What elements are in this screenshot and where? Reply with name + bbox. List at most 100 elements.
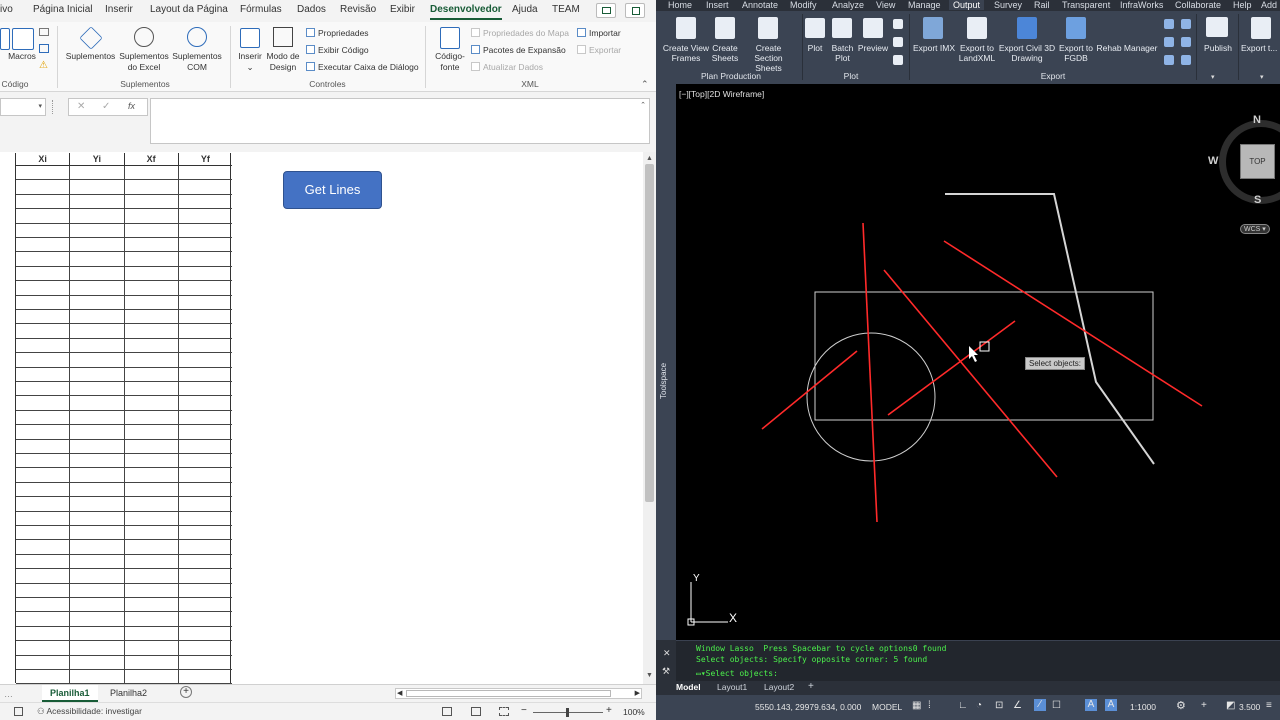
- table-cell[interactable]: [16, 425, 71, 439]
- table-cell[interactable]: [70, 612, 125, 626]
- table-cell[interactable]: [16, 655, 71, 669]
- table-cell[interactable]: [179, 396, 232, 409]
- table-row[interactable]: [16, 310, 232, 325]
- accessibility-status[interactable]: ⚇ Acessibilidade: investigar: [37, 706, 142, 717]
- table-cell[interactable]: [179, 425, 232, 438]
- command-line-panel[interactable]: Window Lasso Press Spacebar to cycle opt…: [676, 640, 1280, 681]
- export-civil3d-button[interactable]: Export Civil 3D Drawing: [996, 43, 1058, 63]
- table-cell[interactable]: [16, 382, 71, 396]
- suplementos-com-button[interactable]: Suplementos COM: [168, 51, 226, 73]
- table-cell[interactable]: [179, 166, 232, 179]
- tab-inserir[interactable]: Inserir: [105, 4, 133, 15]
- table-cell[interactable]: [70, 641, 125, 655]
- atualizar-button[interactable]: Atualizar Dados: [471, 62, 543, 72]
- table-cell[interactable]: [125, 612, 179, 626]
- tab-infraworks[interactable]: InfraWorks: [1120, 0, 1163, 10]
- zoom-slider-thumb[interactable]: [566, 708, 569, 717]
- tab-dados[interactable]: Dados: [297, 4, 326, 15]
- exibir-codigo-button[interactable]: Exibir Código: [306, 45, 369, 55]
- selected-line[interactable]: [862, 222, 878, 523]
- table-row[interactable]: [16, 425, 232, 440]
- table-cell[interactable]: [16, 281, 71, 295]
- scroll-left-icon[interactable]: ◀: [397, 689, 402, 697]
- table-cell[interactable]: [125, 367, 179, 381]
- tab-ajuda[interactable]: Ajuda: [512, 4, 538, 15]
- viewcube-top-face[interactable]: TOP: [1240, 144, 1275, 179]
- table-cell[interactable]: [70, 511, 125, 525]
- table-cell[interactable]: [179, 353, 232, 366]
- table-cell[interactable]: [179, 512, 232, 525]
- table-row[interactable]: [16, 410, 232, 426]
- annotation-monitor-icon[interactable]: ◩: [1226, 700, 1235, 711]
- snap-icon[interactable]: ⁞: [928, 700, 931, 711]
- tab-revisao[interactable]: Revisão: [340, 4, 376, 15]
- source-icon[interactable]: [440, 27, 460, 49]
- macro-record-icon[interactable]: [14, 707, 23, 716]
- export-small-icon[interactable]: [1181, 37, 1191, 47]
- table-cell[interactable]: [125, 410, 179, 425]
- inserir-button[interactable]: Inserir ⌄: [236, 51, 264, 73]
- ortho-icon[interactable]: ∟: [958, 700, 968, 711]
- table-cell[interactable]: [70, 180, 125, 194]
- export-to-button[interactable]: Export t...: [1241, 43, 1280, 53]
- add-layout-icon[interactable]: +: [808, 681, 814, 692]
- importar-button[interactable]: Importar: [577, 28, 621, 38]
- table-cell[interactable]: [70, 626, 125, 641]
- table-cell[interactable]: [179, 440, 232, 453]
- table-cell[interactable]: [70, 526, 125, 540]
- grid-icon[interactable]: ▦: [912, 700, 921, 711]
- table-cell[interactable]: [125, 295, 179, 309]
- export-fgdb-button[interactable]: Export to FGDB: [1056, 43, 1096, 63]
- table-cell[interactable]: [125, 166, 179, 180]
- export-small-icon[interactable]: [1164, 19, 1174, 29]
- executar-caixa-button[interactable]: Executar Caixa de Diálogo: [306, 62, 419, 72]
- table-cell[interactable]: [179, 483, 232, 496]
- table-cell[interactable]: [125, 454, 179, 468]
- table-cell[interactable]: [125, 238, 179, 252]
- table-cell[interactable]: [179, 569, 232, 582]
- table-cell[interactable]: [70, 583, 125, 597]
- com-addins-gear-icon[interactable]: [187, 27, 207, 47]
- get-lines-button[interactable]: Get Lines: [283, 171, 382, 209]
- table-row[interactable]: [16, 655, 232, 670]
- table-cell[interactable]: [179, 555, 232, 568]
- table-row[interactable]: [16, 396, 232, 411]
- tab-desenvolvedor[interactable]: Desenvolvedor: [430, 4, 502, 20]
- table-cell[interactable]: [70, 238, 125, 252]
- export-small-icon[interactable]: [1164, 37, 1174, 47]
- table-cell[interactable]: [70, 166, 125, 180]
- table-cell[interactable]: [179, 180, 232, 193]
- table-cell[interactable]: [125, 468, 179, 482]
- table-cell[interactable]: [70, 266, 125, 281]
- tab-pagina-inicial[interactable]: Página Inicial: [33, 4, 92, 15]
- table-row[interactable]: [16, 511, 232, 526]
- plot-button[interactable]: Plot: [804, 43, 826, 53]
- compass-west[interactable]: W: [1208, 155, 1218, 167]
- create-section-sheets-button[interactable]: Create Section Sheets: [740, 43, 797, 73]
- command-input[interactable]: ▭▾Select objects:: [696, 669, 778, 678]
- batch-plot-button[interactable]: Batch Plot: [829, 43, 856, 63]
- table-cell[interactable]: [16, 266, 71, 281]
- table-cell[interactable]: [125, 439, 179, 453]
- table-cell[interactable]: [70, 382, 125, 396]
- table-cell[interactable]: [125, 526, 179, 540]
- sheet-tab-planilha2[interactable]: Planilha2: [110, 688, 147, 698]
- export-fgdb-icon[interactable]: [1066, 17, 1086, 39]
- table-cell[interactable]: [125, 324, 179, 338]
- layout-tab-layout2[interactable]: Layout2: [764, 682, 794, 692]
- batch-plot-icon[interactable]: [832, 18, 852, 38]
- tab-add[interactable]: Add: [1261, 0, 1277, 10]
- plot-details-icon[interactable]: [893, 37, 903, 47]
- table-cell[interactable]: [179, 540, 232, 553]
- table-cell[interactable]: [70, 598, 125, 612]
- create-sheets-icon[interactable]: [715, 17, 735, 39]
- export-small-icon[interactable]: [1181, 55, 1191, 65]
- preview-icon[interactable]: [863, 18, 883, 38]
- table-row[interactable]: [16, 194, 232, 210]
- name-box[interactable]: ▾: [0, 98, 46, 116]
- table-row[interactable]: [16, 641, 232, 656]
- table-cell[interactable]: [125, 353, 179, 367]
- table-cell[interactable]: [125, 583, 179, 597]
- table-cell[interactable]: [16, 252, 71, 266]
- annotation-scale[interactable]: 1:1000: [1130, 702, 1156, 712]
